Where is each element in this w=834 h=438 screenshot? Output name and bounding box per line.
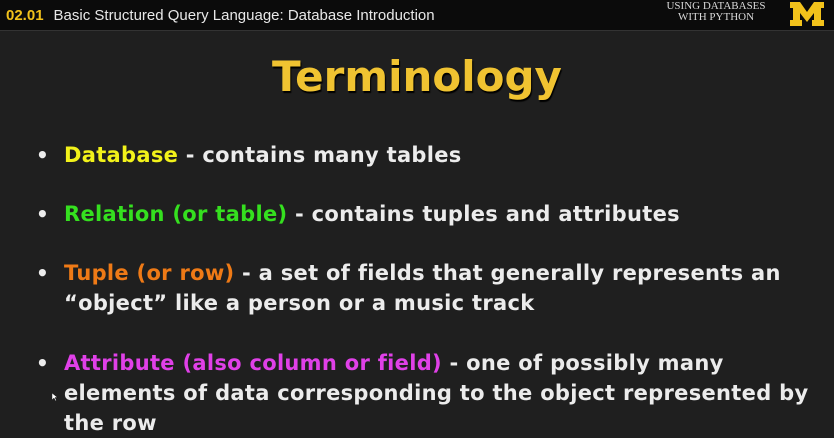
term-relation: Relation (or table) (64, 202, 288, 226)
course-name-line2: with Python (677, 11, 755, 23)
term-attribute: Attribute (also column or field) (64, 351, 442, 375)
bullet-dot-icon: • (36, 351, 50, 375)
video-header-bar: 02.01 Basic Structured Query Language: D… (0, 0, 834, 31)
bullet-dot-icon: • (36, 261, 50, 285)
definition-database: - contains many tables (178, 143, 462, 167)
bullet-dot-icon: • (36, 202, 50, 226)
lesson-title: Basic Structured Query Language: Databas… (53, 6, 435, 24)
term-database: Database (64, 143, 179, 167)
course-name: Using Databases with Python (656, 1, 776, 23)
lesson-number: 02.01 (6, 6, 44, 24)
mouse-cursor-icon (52, 393, 58, 401)
michigan-logo-icon (790, 2, 824, 26)
definition-relation: - contains tuples and attributes (287, 202, 680, 226)
bullet-dot-icon: • (36, 143, 50, 167)
term-tuple: Tuple (or row) (64, 261, 235, 285)
slide-title: Terminology (272, 52, 562, 101)
